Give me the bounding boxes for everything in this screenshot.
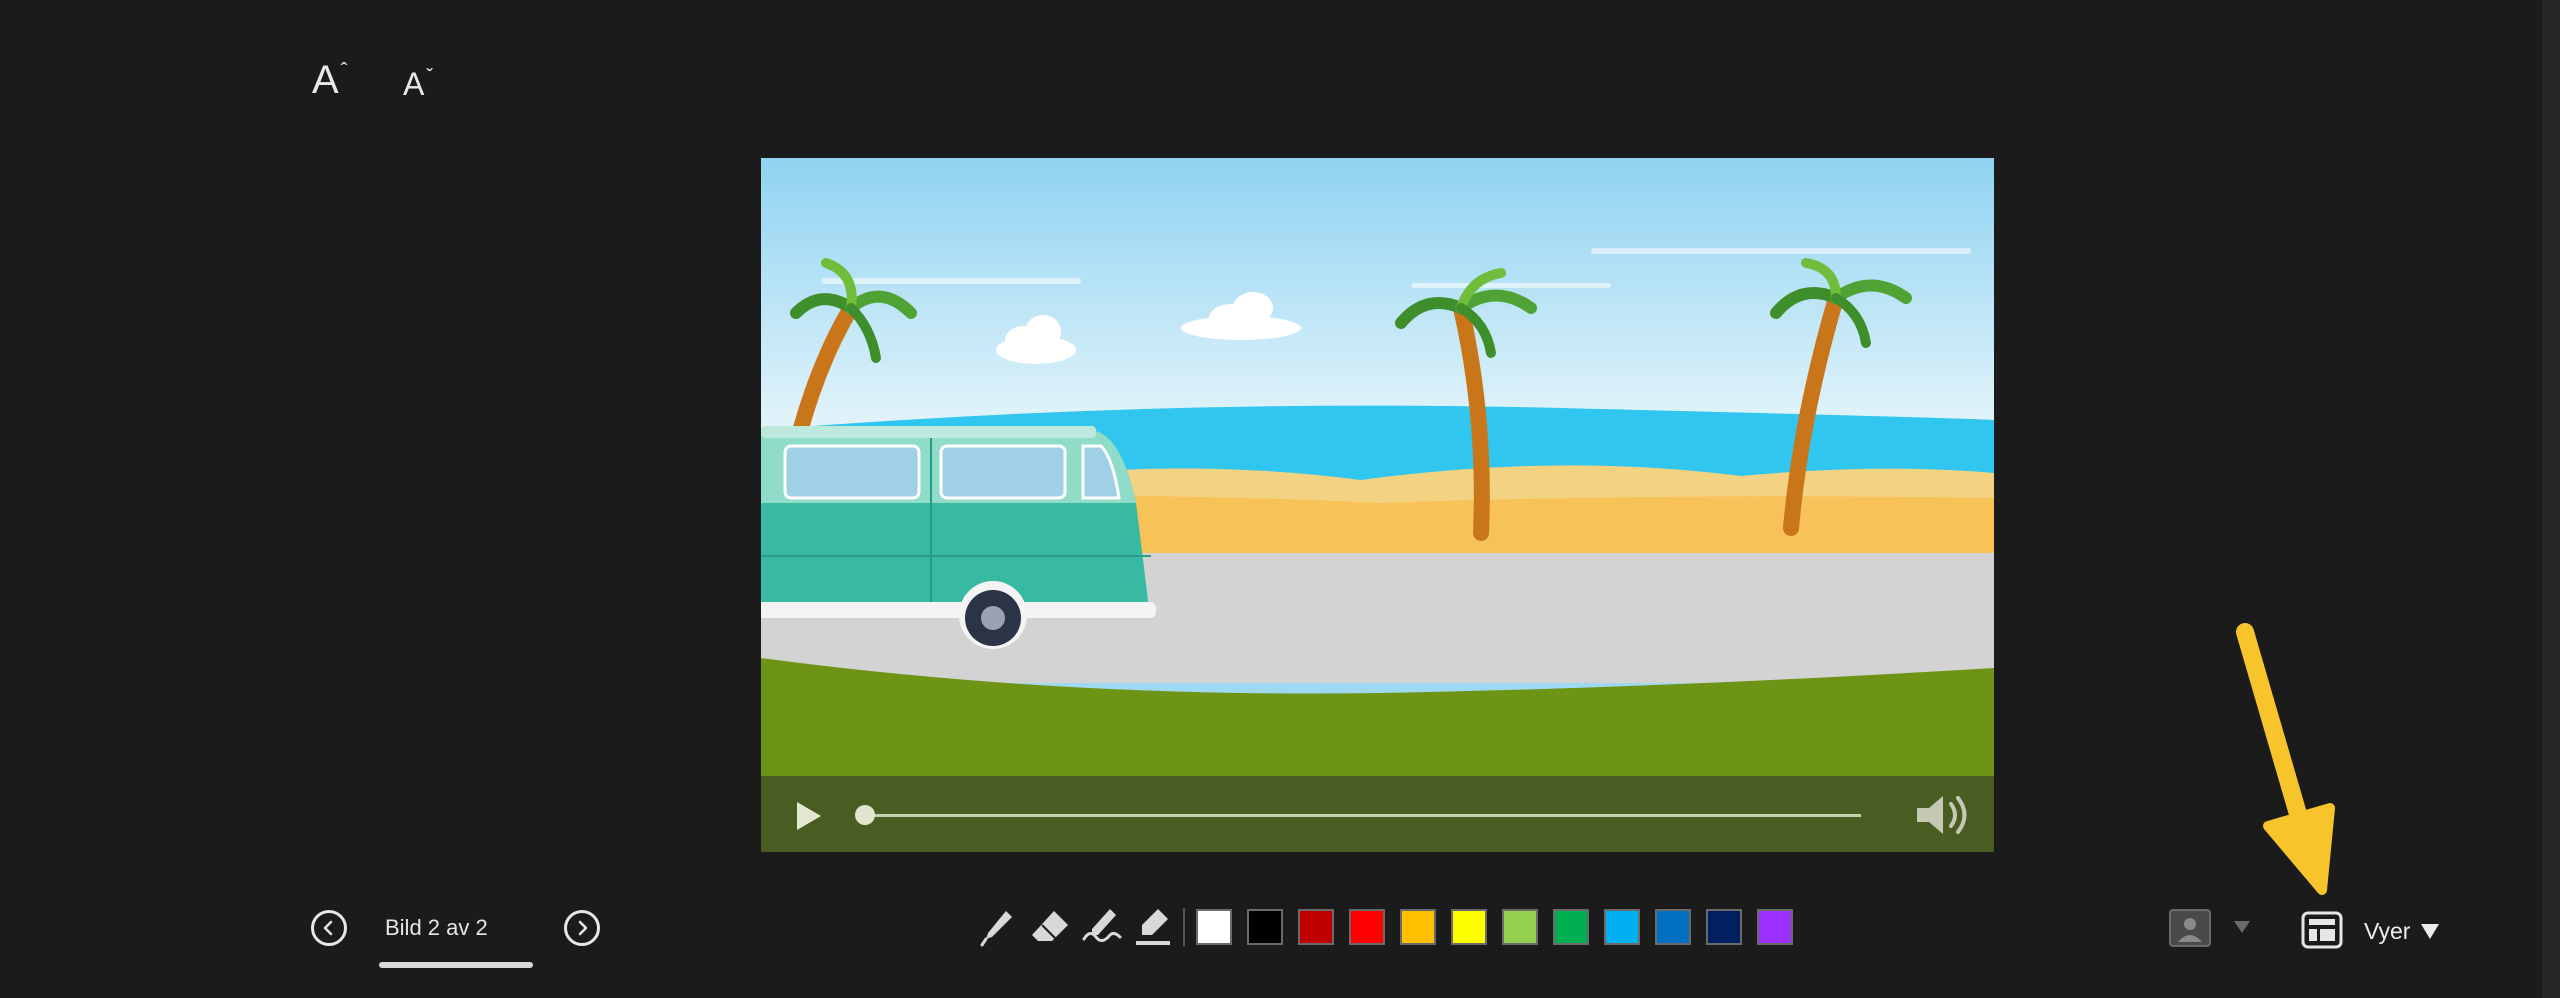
increase-font-size-button[interactable]: Aˆ — [312, 58, 347, 103]
window-edge — [2542, 0, 2560, 998]
caret-down-icon — [2421, 924, 2439, 939]
highlighter-icon — [1136, 909, 1170, 945]
tools-divider — [1183, 908, 1185, 946]
ink-color-swatch[interactable] — [1451, 909, 1487, 945]
ink-color-swatch[interactable] — [1349, 909, 1385, 945]
presenter-icon — [2169, 909, 2211, 947]
play-button[interactable] — [787, 798, 827, 834]
play-icon — [797, 802, 821, 830]
ink-color-swatch[interactable] — [1247, 909, 1283, 945]
chevron-down-icon — [2234, 921, 2250, 933]
views-button[interactable] — [2300, 910, 2344, 950]
beach-scene-illustration — [761, 158, 1994, 852]
chevron-left-icon — [323, 920, 333, 936]
presenter-dropdown-button[interactable] — [2232, 917, 2252, 942]
laser-pointer-button[interactable] — [1080, 905, 1124, 949]
ink-color-swatch[interactable] — [1757, 909, 1793, 945]
decrease-font-mark: ˇ — [426, 66, 434, 88]
previous-slide-button[interactable] — [311, 910, 347, 946]
ink-color-swatch[interactable] — [1553, 909, 1589, 945]
speaker-icon — [1917, 796, 1967, 834]
van-illustration — [761, 426, 1156, 649]
video-seek-handle[interactable] — [855, 805, 875, 825]
pen-icon — [980, 911, 1012, 947]
laser-pointer-icon — [1082, 909, 1122, 942]
ink-color-swatch[interactable] — [1604, 909, 1640, 945]
pen-button[interactable] — [976, 905, 1020, 949]
video-controls — [761, 776, 1994, 852]
annotation-arrow — [2236, 623, 2335, 895]
presenter-camera-button[interactable] — [2168, 908, 2212, 948]
chevron-right-icon — [578, 920, 588, 936]
decrease-font-size-button[interactable]: Aˇ — [403, 66, 433, 103]
views-dropdown-button[interactable] — [2420, 921, 2440, 946]
slide-video[interactable] — [761, 158, 1994, 852]
ink-color-swatch[interactable] — [1400, 909, 1436, 945]
views-menu-label[interactable]: Vyer — [2364, 918, 2410, 945]
ink-color-swatch[interactable] — [1298, 909, 1334, 945]
ink-color-swatch[interactable] — [1706, 909, 1742, 945]
next-slide-button[interactable] — [564, 910, 600, 946]
volume-button[interactable] — [1911, 788, 1975, 842]
slide-counter[interactable]: Bild 2 av 2 — [385, 915, 488, 941]
ink-color-swatch[interactable] — [1655, 909, 1691, 945]
eraser-button[interactable] — [1028, 905, 1072, 949]
ink-color-swatch[interactable] — [1502, 909, 1538, 945]
ink-color-swatch[interactable] — [1196, 909, 1232, 945]
slide-counter-underline — [379, 962, 533, 968]
increase-font-mark: ˆ — [340, 60, 348, 82]
increase-font-letter: A — [312, 58, 339, 102]
video-seek-bar[interactable] — [861, 814, 1861, 817]
decrease-font-letter: A — [403, 66, 425, 102]
eraser-icon — [1032, 911, 1068, 941]
highlighter-button[interactable] — [1130, 905, 1174, 949]
layout-icon — [2301, 911, 2343, 949]
